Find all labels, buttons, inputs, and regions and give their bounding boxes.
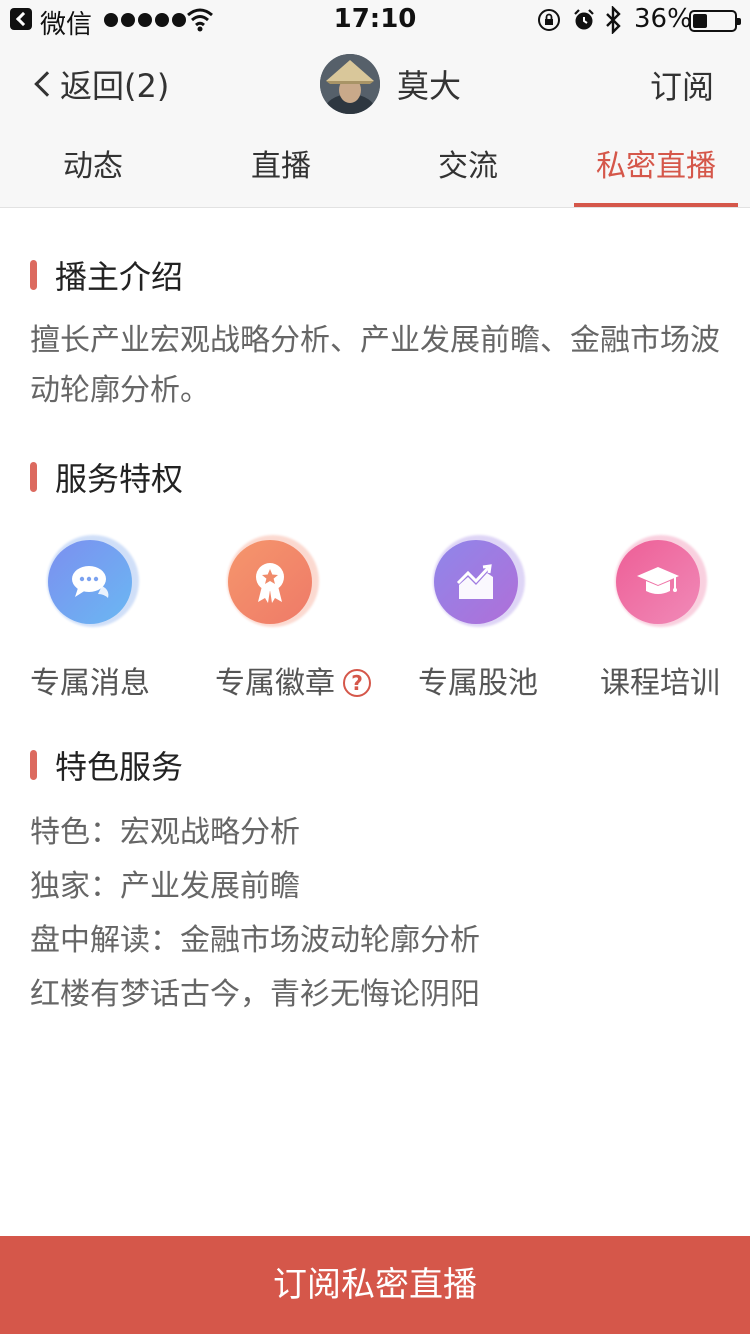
avatar [320, 54, 380, 114]
section-marker [30, 750, 37, 780]
feature-line: 特色：宏观战略分析 [30, 815, 300, 850]
tab-live[interactable]: 直播 [199, 128, 363, 208]
chevron-left-icon [34, 71, 60, 97]
subscribe-button[interactable]: 订阅 [650, 62, 714, 108]
privilege-label: 专属徽章 [215, 666, 335, 701]
section-featured-services: 特色服务 [30, 742, 183, 788]
privilege-icon-circle [434, 540, 518, 624]
privilege-course-training[interactable]: 课程培训 [575, 530, 745, 701]
feature-line: 盘中解读：金融市场波动轮廓分析 [30, 923, 480, 958]
section-title: 特色服务 [55, 748, 184, 786]
privilege-icon-circle [228, 540, 312, 624]
back-button[interactable]: 返回(2) [30, 62, 169, 106]
privilege-icon-circle [48, 540, 132, 624]
privilege-label: 专属股池 [418, 666, 538, 701]
medal-badge-icon [256, 563, 284, 603]
section-privileges: 服务特权 [30, 454, 183, 500]
rotation-lock-icon [538, 9, 560, 31]
privilege-label-wrap: 专属徽章? [187, 658, 387, 702]
privilege-exclusive-messages[interactable]: 专属消息 [5, 530, 175, 701]
status-bar: 微信 17:10 36% [0, 0, 750, 40]
back-label: 返回(2) [60, 67, 170, 105]
feature-line: 独家：产业发展前瞻 [30, 869, 300, 904]
host-name: 莫大 [397, 67, 462, 105]
section-marker [30, 462, 37, 492]
nav-bar: 返回(2) 莫大 订阅 [0, 40, 750, 128]
battery-percent: 36% [634, 4, 692, 34]
stock-chart-icon [456, 564, 493, 599]
privilege-label: 课程培训 [600, 666, 720, 701]
privilege-exclusive-badge[interactable]: 专属徽章? [187, 530, 387, 702]
privilege-label: 专属消息 [30, 666, 150, 701]
bluetooth-icon [606, 6, 621, 34]
feature-line: 红楼有梦话古今，青衫无悔论阴阳 [30, 977, 480, 1012]
battery-icon [689, 10, 741, 32]
privilege-exclusive-stock-pool[interactable]: 专属股池 [393, 530, 563, 701]
section-host-intro: 播主介绍 [30, 252, 183, 298]
section-title: 服务特权 [55, 460, 184, 498]
section-marker [30, 260, 37, 290]
tab-dynamics[interactable]: 动态 [11, 128, 175, 208]
graduation-cap-icon [637, 567, 679, 594]
tab-private-live[interactable]: 私密直播 [574, 128, 738, 208]
privilege-icon-circle [616, 540, 700, 624]
host-intro-text: 擅长产业宏观战略分析、产业发展前瞻、金融市场波动轮廓分析。 [30, 323, 720, 408]
alarm-icon [574, 9, 594, 30]
tab-bar: 动态 直播 交流 私密直播 [0, 128, 750, 208]
active-tab-indicator [574, 203, 738, 207]
host-profile[interactable]: 莫大 [320, 54, 461, 114]
chat-bubble-icon [72, 566, 109, 598]
privilege-list: 专属消息 专属徽章? 专属股池 课程培训 [0, 530, 750, 702]
section-title: 播主介绍 [55, 258, 184, 296]
subscribe-private-live-button[interactable]: 订阅私密直播 [0, 1236, 750, 1334]
help-icon[interactable]: ? [343, 669, 371, 697]
tab-discussion[interactable]: 交流 [386, 128, 550, 208]
